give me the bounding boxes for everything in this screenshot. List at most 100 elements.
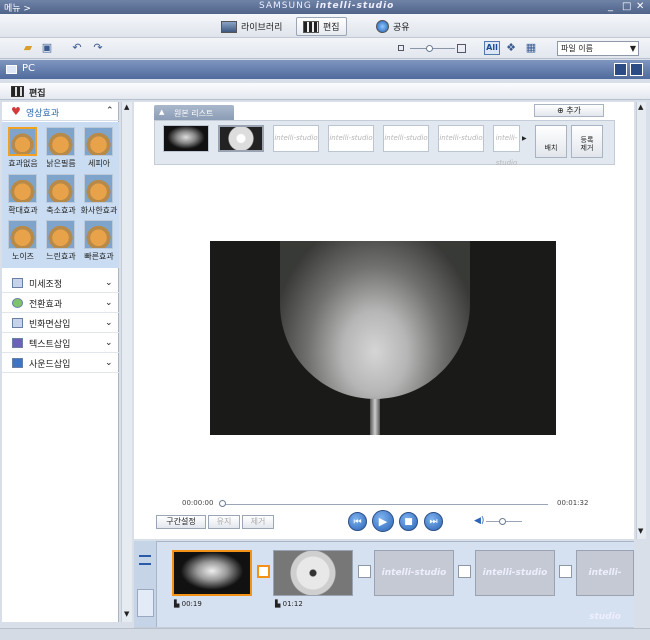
storyboard-placeholder[interactable]: intelli-studio xyxy=(475,550,555,596)
effect-bright[interactable]: 화사한효과 xyxy=(80,173,118,219)
delete-button[interactable]: 제거 xyxy=(242,515,274,529)
sort-select[interactable]: 파일 이름 ▼ xyxy=(557,41,639,56)
next-frame-button[interactable]: ⏭ xyxy=(424,512,443,531)
add-label: 추가 xyxy=(566,106,581,115)
effect-thumbnail xyxy=(46,174,75,203)
effect-zoom-out[interactable]: 축소효과 xyxy=(42,173,80,219)
source-clip-clock[interactable] xyxy=(218,125,264,152)
main-menu-button[interactable]: 메뉴 > xyxy=(4,1,31,14)
place-button[interactable]: 배치 xyxy=(535,125,567,158)
source-placeholder[interactable]: intelli-studio xyxy=(383,125,429,152)
accordion-blank-screen[interactable]: 빈화면삽입 ⌄ xyxy=(2,314,119,333)
storyboard-clip-glass[interactable] xyxy=(172,550,252,596)
scroll-up-icon[interactable]: ▲ xyxy=(638,103,643,111)
storyboard: ▙ 00:19 ▙ 01:12 intelli-studio intelli-s… xyxy=(134,541,634,627)
source-clip-glass[interactable] xyxy=(163,125,209,152)
accordion-fine-tune[interactable]: 미세조정 ⌄ xyxy=(2,274,119,293)
transition-slot[interactable] xyxy=(559,565,572,578)
chevron-down-icon: ⌄ xyxy=(105,358,113,368)
play-button[interactable]: ▶ xyxy=(372,510,394,532)
monitor-icon xyxy=(6,65,17,74)
source-placeholder[interactable]: intelli-studio xyxy=(328,125,374,152)
maximize-panel-button[interactable] xyxy=(630,63,643,76)
view-all-button[interactable]: All xyxy=(484,41,500,55)
previous-frame-button[interactable]: ⏮ xyxy=(348,512,367,531)
chevron-down-icon: ▼ xyxy=(629,44,636,53)
preview-frame-stem xyxy=(370,399,380,435)
video-effects-label: 영상효과 xyxy=(26,109,60,119)
transition-icon xyxy=(12,298,23,308)
open-folder-icon[interactable]: ▰ xyxy=(21,42,35,54)
view-mode-icon[interactable]: ❖ xyxy=(504,42,518,54)
video-effects-header[interactable]: ♥ 영상효과 ⌃ xyxy=(2,102,119,121)
storyboard-placeholder[interactable]: intelli-studio xyxy=(576,550,634,622)
transition-slot[interactable] xyxy=(358,565,371,578)
effect-fast[interactable]: 빠른효과 xyxy=(80,219,118,265)
scroll-right-icon[interactable]: ▶ xyxy=(522,135,527,142)
effect-label: 화사한효과 xyxy=(80,206,118,215)
source-list-tab[interactable]: ▲ 원본 리스트 xyxy=(154,105,234,120)
minimize-button[interactable]: _ xyxy=(608,1,613,12)
library-icon xyxy=(221,20,237,33)
tab-edit[interactable]: 편집 xyxy=(296,17,347,36)
video-preview[interactable] xyxy=(210,241,556,435)
close-button[interactable]: ✕ xyxy=(636,1,644,12)
scroll-down-icon[interactable]: ▼ xyxy=(638,527,643,535)
zoom-slider-knob[interactable] xyxy=(426,45,433,52)
transition-slot[interactable] xyxy=(458,565,471,578)
tab-library[interactable]: 라이브러리 xyxy=(215,17,288,36)
zoom-in-icon[interactable] xyxy=(457,44,466,53)
scroll-down-icon[interactable]: ▼ xyxy=(124,610,129,618)
save-icon[interactable]: ▣ xyxy=(40,42,54,54)
keep-button[interactable]: 유지 xyxy=(208,515,240,529)
maximize-button[interactable]: □ xyxy=(622,1,631,12)
effect-old-film[interactable]: 낡은필름 xyxy=(42,126,80,172)
unregister-label-2: 제거 xyxy=(580,144,594,152)
scroll-up-icon[interactable]: ▲ xyxy=(124,103,129,111)
seek-bar[interactable] xyxy=(222,504,548,505)
effect-sepia[interactable]: 세피아 xyxy=(80,126,118,172)
effect-zoom-in[interactable]: 확대효과 xyxy=(4,173,42,219)
pc-bar: PC xyxy=(0,60,650,79)
storyboard-placeholder[interactable]: intelli-studio xyxy=(374,550,454,596)
effect-noise[interactable]: 노이즈 xyxy=(4,219,42,265)
accordion-label: 전환효과 xyxy=(29,299,63,310)
restore-panel-button[interactable] xyxy=(614,63,627,76)
seek-knob[interactable] xyxy=(219,500,226,507)
main-nav: 라이브러리 편집 공유 xyxy=(0,14,650,38)
main-scrollbar[interactable]: ▲ ▼ xyxy=(636,102,646,539)
storyboard-view-icon[interactable] xyxy=(139,555,151,565)
tab-label: 라이브러리 xyxy=(241,23,283,33)
storyboard-clip-clock[interactable] xyxy=(273,550,353,596)
effect-slow[interactable]: 느린효과 xyxy=(42,219,80,265)
add-button[interactable]: ⊕ 추가 xyxy=(534,104,604,117)
segment-button[interactable]: 구간설정 xyxy=(156,515,206,529)
globe-icon xyxy=(376,20,389,33)
source-placeholder[interactable]: intelli-studio xyxy=(493,125,520,167)
zoom-out-icon[interactable] xyxy=(398,45,404,51)
effect-none[interactable]: 효과없음 xyxy=(4,126,42,172)
brand-top: SAMSUNG xyxy=(259,1,312,11)
accordion-sound[interactable]: 사운드삽입 ⌄ xyxy=(2,354,119,373)
undo-icon[interactable]: ↶ xyxy=(70,42,84,54)
volume-knob[interactable] xyxy=(499,518,507,525)
transition-slot[interactable] xyxy=(257,565,270,578)
stop-button[interactable]: ■ xyxy=(399,512,418,531)
volume-icon[interactable]: ◀) xyxy=(474,516,484,526)
unregister-button[interactable]: 등록 제거 xyxy=(571,125,603,158)
tab-share[interactable]: 공유 xyxy=(370,17,416,36)
sound-icon xyxy=(12,358,23,368)
accordion-label: 사운드삽입 xyxy=(29,359,71,370)
view-grid-icon[interactable]: ▦ xyxy=(524,42,538,54)
timeline-view-icon[interactable] xyxy=(137,589,154,617)
accordion-transition[interactable]: 전환효과 ⌄ xyxy=(2,294,119,313)
left-scrollbar[interactable]: ▲ ▼ xyxy=(121,102,132,622)
redo-icon[interactable]: ↷ xyxy=(91,42,105,54)
source-placeholder[interactable]: intelli-studio xyxy=(438,125,484,152)
chevron-up-icon[interactable]: ⌃ xyxy=(106,106,114,116)
clip-duration: ▙ 00:19 xyxy=(174,600,202,608)
clip-duration-value: 00:19 xyxy=(181,600,202,608)
accordion-text[interactable]: 텍스트삽입 ⌄ xyxy=(2,334,119,353)
source-placeholder[interactable]: intelli-studio xyxy=(273,125,319,152)
source-list-label: 원본 리스트 xyxy=(174,109,214,118)
